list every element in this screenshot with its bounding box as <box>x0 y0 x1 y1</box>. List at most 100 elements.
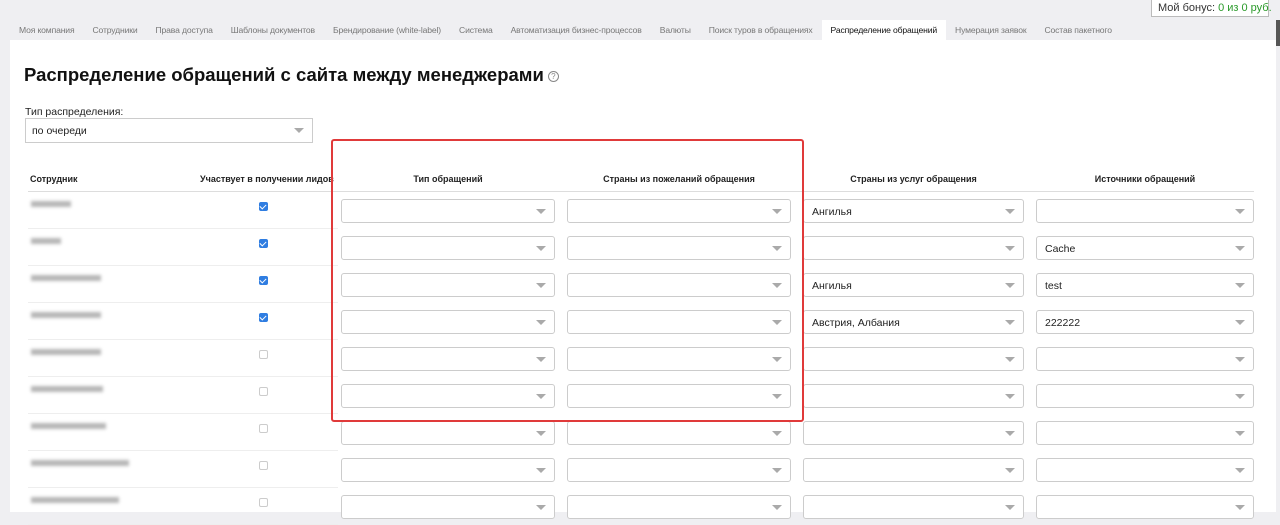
scrollbar[interactable] <box>1276 20 1280 46</box>
wish-select[interactable] <box>567 347 791 371</box>
chevron-down-icon <box>772 209 782 214</box>
distribution-type-label: Тип распределения: <box>25 106 124 118</box>
chevron-down-icon <box>1235 283 1245 288</box>
tab[interactable]: Брендирование (white-label) <box>324 20 450 40</box>
source-select[interactable] <box>1036 347 1254 371</box>
wish-select[interactable] <box>567 310 791 334</box>
employee-name-redacted <box>31 423 106 429</box>
source-select[interactable]: Cache <box>1036 236 1254 260</box>
wish-select[interactable] <box>567 199 791 223</box>
chevron-down-icon <box>1235 320 1245 325</box>
distribution-type-select[interactable]: по очереди <box>25 118 313 143</box>
employee-name-redacted <box>31 386 103 392</box>
chevron-down-icon <box>536 505 546 510</box>
chevron-down-icon <box>1235 431 1245 436</box>
service-select[interactable] <box>803 458 1024 482</box>
chevron-down-icon <box>772 505 782 510</box>
table-row <box>10 340 1276 377</box>
participates-checkbox[interactable] <box>259 424 268 433</box>
chevron-down-icon <box>1005 246 1015 251</box>
employee-name-redacted <box>31 460 129 466</box>
employee-name-redacted <box>31 312 101 318</box>
table-row: Ангилья <box>10 192 1276 229</box>
source-select[interactable]: 222222 <box>1036 310 1254 334</box>
chevron-down-icon <box>1005 394 1015 399</box>
participates-checkbox[interactable] <box>259 239 268 248</box>
table-row <box>10 414 1276 451</box>
service-select[interactable]: Австрия, Албания <box>803 310 1024 334</box>
participates-checkbox[interactable] <box>259 313 268 322</box>
chevron-down-icon <box>772 394 782 399</box>
employee-name-redacted <box>31 201 71 207</box>
source-select[interactable] <box>1036 384 1254 408</box>
tab[interactable]: Сотрудники <box>83 20 146 40</box>
wish-select[interactable] <box>567 495 791 519</box>
col-header-sources: Источники обращений <box>1094 174 1196 184</box>
page-title-text: Распределение обращений с сайта между ме… <box>24 64 544 85</box>
distribution-type-value: по очереди <box>32 125 87 137</box>
participates-checkbox[interactable] <box>259 276 268 285</box>
tab[interactable]: Шаблоны документов <box>222 20 324 40</box>
tab[interactable]: Состав пакетного <box>1035 20 1120 40</box>
participates-checkbox[interactable] <box>259 387 268 396</box>
tab[interactable]: Поиск туров в обращениях <box>700 20 822 40</box>
wish-select[interactable] <box>567 236 791 260</box>
bonus-indicator: Мой бонус: 0 из 0 руб. <box>1151 0 1272 17</box>
participates-checkbox[interactable] <box>259 461 268 470</box>
tab[interactable]: Права доступа <box>147 20 222 40</box>
chevron-down-icon <box>1235 209 1245 214</box>
source-select[interactable] <box>1036 199 1254 223</box>
chevron-down-icon <box>1005 209 1015 214</box>
type-select[interactable] <box>341 310 555 334</box>
col-header-employee: Сотрудник <box>30 174 78 184</box>
chevron-down-icon <box>1235 357 1245 362</box>
tab[interactable]: Моя компания <box>10 20 83 40</box>
tab[interactable]: Система <box>450 20 502 40</box>
wish-select[interactable] <box>567 273 791 297</box>
chevron-down-icon <box>1235 468 1245 473</box>
chevron-down-icon <box>536 209 546 214</box>
service-select[interactable] <box>803 421 1024 445</box>
chevron-down-icon <box>1005 283 1015 288</box>
chevron-down-icon <box>1235 505 1245 510</box>
wish-select[interactable] <box>567 384 791 408</box>
type-select[interactable] <box>341 421 555 445</box>
chevron-down-icon <box>772 320 782 325</box>
participates-checkbox[interactable] <box>259 498 268 507</box>
participates-checkbox[interactable] <box>259 202 268 211</box>
type-select[interactable] <box>341 384 555 408</box>
chevron-down-icon <box>1005 468 1015 473</box>
chevron-down-icon <box>536 431 546 436</box>
type-select[interactable] <box>341 347 555 371</box>
service-select[interactable] <box>803 384 1024 408</box>
type-select[interactable] <box>341 273 555 297</box>
source-value: 222222 <box>1045 317 1081 329</box>
source-select[interactable] <box>1036 421 1254 445</box>
wish-select[interactable] <box>567 421 791 445</box>
service-select[interactable]: Ангилья <box>803 199 1024 223</box>
tab[interactable]: Валюты <box>651 20 700 40</box>
help-icon[interactable]: ? <box>547 70 559 82</box>
service-select[interactable] <box>803 236 1024 260</box>
wish-select[interactable] <box>567 458 791 482</box>
type-select[interactable] <box>341 199 555 223</box>
type-select[interactable] <box>341 458 555 482</box>
type-select[interactable] <box>341 236 555 260</box>
participates-checkbox[interactable] <box>259 350 268 359</box>
source-select[interactable]: test <box>1036 273 1254 297</box>
type-select[interactable] <box>341 495 555 519</box>
source-select[interactable] <box>1036 495 1254 519</box>
tab[interactable]: Распределение обращений <box>821 20 947 40</box>
service-select[interactable]: Ангилья <box>803 273 1024 297</box>
tab[interactable]: Автоматизация бизнес-процессов <box>502 20 651 40</box>
source-select[interactable] <box>1036 458 1254 482</box>
table-row <box>10 377 1276 414</box>
page-title: Распределение обращений с сайта между ме… <box>24 64 559 86</box>
chevron-down-icon <box>772 283 782 288</box>
bonus-value: 0 из 0 руб. <box>1218 2 1272 14</box>
tab[interactable]: Нумерация заявок <box>946 20 1035 40</box>
service-select[interactable] <box>803 347 1024 371</box>
service-value: Ангилья <box>812 280 852 292</box>
service-select[interactable] <box>803 495 1024 519</box>
chevron-down-icon <box>1005 320 1015 325</box>
